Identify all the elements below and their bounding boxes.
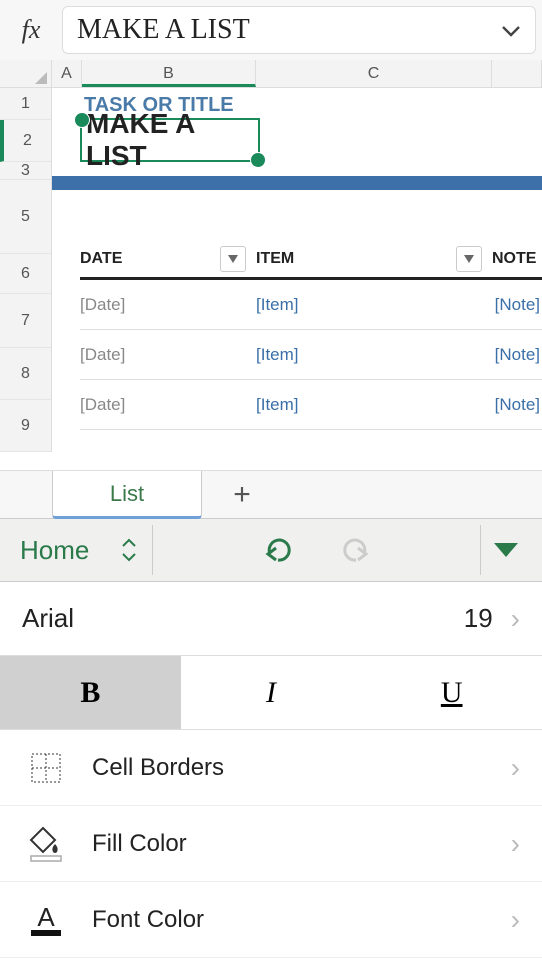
formula-bar: fx MAKE A LIST <box>0 0 542 60</box>
menu-label: Font Color <box>92 906 485 934</box>
ribbon-tab-home[interactable]: Home <box>12 535 105 566</box>
cell-item[interactable]: [Item] <box>256 345 492 365</box>
table-row[interactable]: [Date] [Item] [Note] <box>80 330 542 380</box>
undo-redo-group <box>153 536 480 564</box>
fill-color-icon <box>26 824 66 864</box>
col-header-note: NOTE <box>492 250 542 268</box>
bold-button[interactable]: B <box>0 656 181 729</box>
collapse-ribbon-button[interactable] <box>480 525 530 575</box>
font-color-icon: A <box>26 900 66 940</box>
cell-note[interactable]: [Note] <box>492 345 542 365</box>
formula-input[interactable]: MAKE A LIST <box>77 14 501 46</box>
cell-date[interactable]: [Date] <box>80 345 256 365</box>
menu-cell-borders[interactable]: Cell Borders › <box>0 730 542 806</box>
menu-label: Fill Color <box>92 830 485 858</box>
col-header-date-label: DATE <box>80 250 122 268</box>
row-head-7[interactable]: 7 <box>0 294 51 348</box>
active-cell-text: MAKE A LIST <box>86 108 258 172</box>
chevron-up-icon <box>121 538 137 548</box>
chevron-right-icon: › <box>511 603 520 635</box>
font-size-picker[interactable]: 19 <box>464 603 493 634</box>
cell-note[interactable]: [Note] <box>492 395 542 415</box>
chevron-right-icon: › <box>511 828 520 860</box>
fx-label: fx <box>6 15 56 45</box>
cell-item[interactable]: [Item] <box>256 395 492 415</box>
sheet-content: TASK OR TITLE MAKE A LIST DATE ITEM NOTE… <box>52 88 542 117</box>
row-head-2[interactable]: 2 <box>0 120 51 162</box>
selection-handle-tl[interactable] <box>74 112 90 128</box>
col-header-item: ITEM <box>256 246 492 272</box>
row-head-1[interactable]: 1 <box>0 88 51 120</box>
col-header-date: DATE <box>80 246 256 272</box>
row-head-6[interactable]: 6 <box>0 254 51 294</box>
row-head-8[interactable]: 8 <box>0 348 51 400</box>
filter-button-item[interactable] <box>456 246 482 272</box>
cell-date[interactable]: [Date] <box>80 295 256 315</box>
table-row[interactable]: [Date] [Item] [Note] <box>80 280 542 330</box>
chevron-right-icon: › <box>511 752 520 784</box>
table-row[interactable]: [Date] [Item] [Note] <box>80 380 542 430</box>
row-headers: 1 2 3 5 6 7 8 9 <box>0 88 52 452</box>
separator-bar <box>52 176 542 190</box>
row-head-3[interactable]: 3 <box>0 162 51 180</box>
formula-expand-icon[interactable] <box>501 17 521 43</box>
ribbon-tab-switcher[interactable] <box>105 525 153 575</box>
col-head-c[interactable]: C <box>256 60 492 87</box>
underline-button[interactable]: U <box>361 656 542 729</box>
col-header-item-label: ITEM <box>256 250 294 268</box>
spreadsheet-grid: A B C 1 2 3 5 6 7 8 9 TASK OR TITLE MAKE… <box>0 60 542 470</box>
redo-button[interactable] <box>342 536 372 564</box>
sheet-tab-list[interactable]: List <box>52 471 202 519</box>
svg-text:A: A <box>37 902 55 932</box>
cell-item[interactable]: [Item] <box>256 295 492 315</box>
table-header-row: DATE ITEM NOTE <box>80 240 542 280</box>
col-head-a[interactable]: A <box>52 60 82 87</box>
menu-font-color[interactable]: A Font Color › <box>0 882 542 958</box>
data-table: DATE ITEM NOTE [Date] [Item] [Note] [Dat… <box>80 240 542 430</box>
text-style-row: B I U <box>0 656 542 730</box>
cell-date[interactable]: [Date] <box>80 395 256 415</box>
column-headers: A B C <box>0 60 542 88</box>
italic-button[interactable]: I <box>181 656 362 729</box>
add-sheet-button[interactable]: + <box>202 471 282 518</box>
active-cell[interactable]: MAKE A LIST <box>80 118 260 162</box>
formula-input-wrap[interactable]: MAKE A LIST <box>62 6 536 54</box>
cell-borders-icon <box>26 748 66 788</box>
font-row: Arial 19 › <box>0 582 542 656</box>
menu-label: Cell Borders <box>92 754 485 782</box>
row-head-9[interactable]: 9 <box>0 400 51 452</box>
col-head-d[interactable] <box>492 60 542 87</box>
sheet-tabs: List + <box>0 470 542 518</box>
selection-handle-br[interactable] <box>250 152 266 168</box>
col-head-b[interactable]: B <box>82 60 256 87</box>
filter-button-date[interactable] <box>220 246 246 272</box>
row-head-5[interactable]: 5 <box>0 180 51 254</box>
font-name-picker[interactable]: Arial <box>22 603 464 634</box>
undo-button[interactable] <box>262 536 292 564</box>
select-all-corner[interactable] <box>0 60 52 87</box>
chevron-right-icon: › <box>511 904 520 936</box>
menu-fill-color[interactable]: Fill Color › <box>0 806 542 882</box>
ribbon-bar: Home <box>0 518 542 582</box>
chevron-down-icon <box>121 552 137 562</box>
cell-note[interactable]: [Note] <box>492 295 542 315</box>
